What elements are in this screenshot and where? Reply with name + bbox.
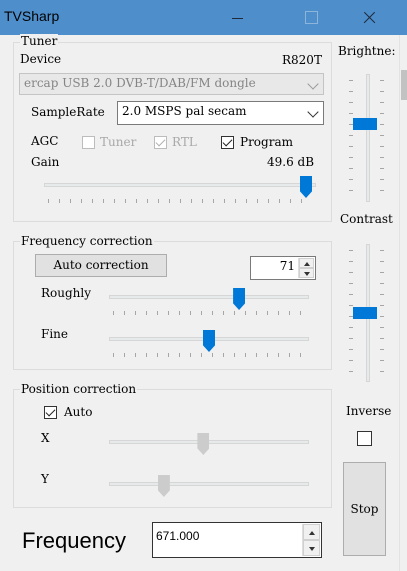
brightness-ticks-right	[380, 80, 384, 200]
frequency-input-value: 671.000	[156, 529, 200, 543]
samplerate-label: SampleRate	[31, 105, 105, 119]
inverse-label: Inverse	[346, 404, 392, 418]
fine-label: Fine	[41, 327, 68, 341]
position-auto-checkbox[interactable]	[44, 406, 57, 419]
brightness-slider-thumb[interactable]	[353, 118, 377, 131]
frequency-input[interactable]: 671.000	[152, 522, 322, 558]
maximize-button[interactable]	[290, 0, 336, 35]
y-label: Y	[41, 472, 49, 486]
frequency-down-button[interactable]	[303, 540, 320, 556]
frequency-label: Frequency	[22, 528, 126, 553]
chevron-down-icon	[307, 106, 319, 118]
correction-spinbox[interactable]: 71	[250, 256, 316, 280]
agc-tuner-checkbox[interactable]	[82, 136, 95, 149]
fine-slider-ticks	[113, 353, 305, 357]
roughly-label: Roughly	[41, 286, 92, 300]
samplerate-select[interactable]: 2.0 MSPS pal secam	[117, 101, 324, 125]
contrast-ticks-right	[380, 250, 384, 380]
tuner-legend: Tuner	[20, 34, 59, 48]
contrast-label: Contrast	[340, 212, 393, 226]
arrow-up-icon	[304, 262, 310, 266]
position-correction-group	[13, 389, 332, 508]
contrast-slider-thumb[interactable]	[353, 307, 377, 319]
y-slider-track[interactable]	[109, 482, 309, 486]
arrow-down-icon	[304, 272, 310, 276]
scrollbar[interactable]	[399, 35, 407, 571]
window-title: TVSharp	[4, 8, 60, 24]
spinbox-arrows[interactable]	[298, 258, 314, 278]
samplerate-select-value: 2.0 MSPS pal secam	[122, 104, 247, 118]
frequency-spin-arrows[interactable]	[302, 524, 320, 556]
correction-spinbox-value: 71	[279, 259, 295, 273]
agc-label: AGC	[31, 134, 59, 148]
scrollbar-thumb[interactable]	[401, 70, 407, 100]
device-select[interactable]: ercap USB 2.0 DVB-T/DAB/FM dongle	[19, 73, 324, 95]
chevron-down-icon	[307, 78, 319, 90]
agc-program-label: Program	[240, 135, 293, 149]
gain-slider-ticks	[48, 199, 312, 203]
tuner-group	[13, 42, 332, 222]
auto-correction-button[interactable]: Auto correction	[35, 254, 167, 277]
brightness-ticks-left	[349, 80, 353, 200]
position-correction-legend: Position correction	[20, 382, 138, 396]
inverse-checkbox[interactable]	[357, 431, 372, 446]
spin-down-button[interactable]	[299, 268, 314, 278]
roughly-slider-ticks	[113, 311, 305, 315]
agc-tuner-label: Tuner	[100, 135, 137, 149]
tuner-type-label: R820T	[282, 53, 322, 67]
gain-label: Gain	[31, 155, 60, 169]
roughly-slider-track[interactable]	[109, 295, 309, 299]
stop-button[interactable]: Stop	[343, 462, 386, 556]
spin-up-button[interactable]	[299, 258, 314, 268]
minimize-button[interactable]	[214, 0, 260, 35]
brightness-slider-track[interactable]	[366, 74, 370, 202]
agc-rtl-checkbox[interactable]	[154, 136, 167, 149]
gain-value: 49.6 dB	[267, 155, 315, 169]
x-label: X	[41, 431, 50, 445]
device-select-value: ercap USB 2.0 DVB-T/DAB/FM dongle	[24, 76, 256, 90]
arrow-up-icon	[309, 531, 315, 535]
device-label: Device	[20, 52, 62, 66]
arrow-down-icon	[309, 547, 315, 551]
gain-slider-track[interactable]	[44, 183, 316, 187]
frequency-correction-legend: Frequency correction	[20, 234, 154, 248]
agc-program-checkbox[interactable]	[221, 136, 234, 149]
agc-rtl-label: RTL	[172, 135, 197, 149]
close-button[interactable]	[346, 0, 392, 35]
position-auto-label: Auto	[64, 405, 93, 419]
brightness-label: Brightne:	[338, 44, 396, 58]
frequency-up-button[interactable]	[303, 524, 320, 540]
